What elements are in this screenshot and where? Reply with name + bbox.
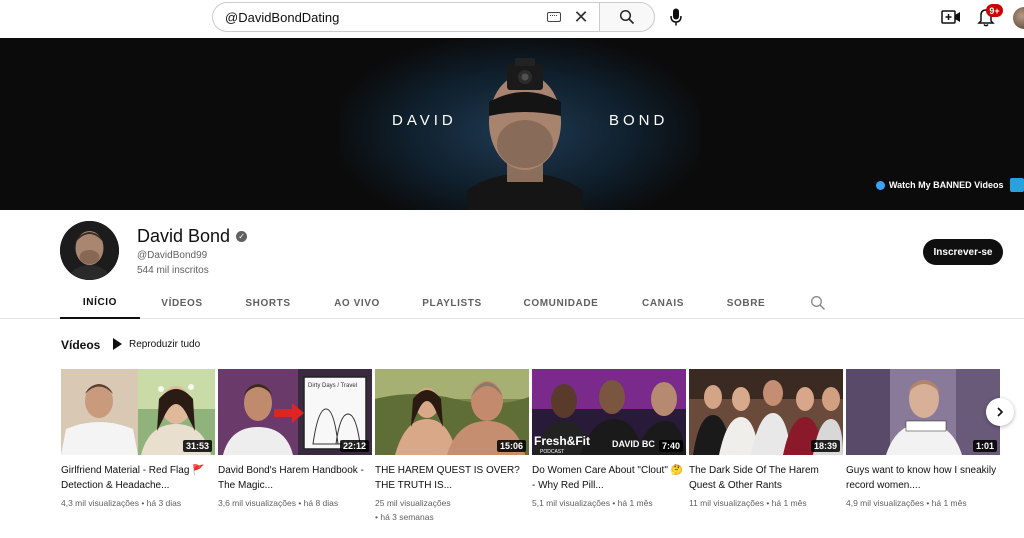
- video-card[interactable]: 18:39 The Dark Side Of The Harem Quest &…: [689, 369, 843, 510]
- video-age: há 1 mês: [931, 498, 967, 508]
- video-views: 3,6 mil visualizações: [218, 498, 296, 508]
- subscribe-button[interactable]: Inscrever-se: [923, 239, 1003, 265]
- video-duration: 31:53: [182, 440, 212, 452]
- video-views: 4,9 mil visualizações: [846, 498, 924, 508]
- video-duration: 22:12: [339, 440, 369, 452]
- video-card[interactable]: 15:06 THE HAREM QUEST IS OVER? THE TRUTH…: [375, 369, 529, 524]
- video-views: 5,1 mil visualizações: [532, 498, 610, 508]
- channel-search-button[interactable]: [810, 295, 826, 311]
- banner-link-label: Watch My BANNED Videos: [889, 180, 1004, 190]
- channel-name-text: David Bond: [137, 226, 231, 246]
- video-card[interactable]: Dirty Days / Travel 22:12 David Bond's H…: [218, 369, 372, 510]
- notification-badge: 9+: [986, 4, 1003, 17]
- thumbnail-sign-text: Dirty Days / Travel: [308, 383, 357, 389]
- thumbnail-logo-text: Fresh&Fit: [534, 434, 590, 448]
- video-camera-plus-icon: [941, 10, 960, 24]
- search-box[interactable]: ✕: [212, 2, 599, 32]
- channel-tabs: INÍCIO VÍDEOS SHORTS AO VIVO PLAYLISTS C…: [0, 288, 1024, 319]
- video-meta: 3,6 mil visualizações • há 8 dias: [218, 498, 339, 508]
- video-meta: 5,1 mil visualizações • há 1 mês: [532, 498, 653, 508]
- video-meta: 4,3 mil visualizações • há 3 dias: [61, 498, 182, 508]
- telegram-icon[interactable]: [1010, 178, 1024, 192]
- video-thumbnail[interactable]: 1:01: [846, 369, 1000, 455]
- tab-inicio[interactable]: INÍCIO: [60, 288, 140, 319]
- video-age: há 3 semanas: [380, 512, 434, 522]
- video-meta: 25 mil visualizações • há 3 semanas: [375, 498, 451, 522]
- video-duration: 18:39: [810, 440, 840, 452]
- next-videos-button[interactable]: [986, 398, 1014, 426]
- video-card[interactable]: 1:01 Guys want to know how I sneakily re…: [846, 369, 1000, 510]
- video-title[interactable]: David Bond's Harem Handbook - The Magic.…: [218, 463, 372, 493]
- video-title[interactable]: Do Women Care About "Clout" 🤔 - Why Red …: [532, 463, 686, 493]
- banner-portrait: [467, 58, 583, 210]
- verified-icon: ✓: [236, 231, 248, 242]
- video-age: há 1 mês: [617, 498, 653, 508]
- video-thumbnail[interactable]: 15:06: [375, 369, 529, 455]
- tab-comunidade[interactable]: COMUNIDADE: [515, 288, 607, 319]
- create-video-button[interactable]: [940, 6, 962, 28]
- clear-search-icon[interactable]: ✕: [571, 7, 591, 27]
- thumbnail-name-text: DAVID BC: [612, 439, 655, 449]
- channel-banner: DAVID BOND Watch My BANNED Videos: [0, 38, 1024, 210]
- chevron-right-icon: [997, 407, 1004, 417]
- video-title[interactable]: The Dark Side Of The Harem Quest & Other…: [689, 463, 843, 493]
- video-views: 25 mil visualizações: [375, 498, 451, 508]
- search-icon: [811, 296, 825, 310]
- play-all-button[interactable]: Reproduzir tudo: [113, 338, 200, 350]
- channel-name: David Bond ✓: [137, 226, 248, 247]
- video-age: há 3 dias: [146, 498, 182, 508]
- search-button[interactable]: [599, 2, 655, 32]
- voice-search-button[interactable]: [665, 5, 687, 29]
- video-views: 4,3 mil visualizações: [61, 498, 139, 508]
- tab-canais[interactable]: CANAIS: [632, 288, 694, 319]
- video-meta: 11 mil visualizações • há 1 mês: [689, 498, 807, 508]
- play-all-label: Reproduzir tudo: [129, 338, 201, 350]
- search-icon: [619, 9, 635, 25]
- search-bar: ✕: [212, 2, 655, 32]
- channel-handle: @DavidBond99: [137, 250, 208, 261]
- video-age: há 1 mês: [771, 498, 807, 508]
- tab-videos[interactable]: VÍDEOS: [150, 288, 214, 319]
- account-avatar[interactable]: [1013, 7, 1024, 29]
- tab-ao-vivo[interactable]: AO VIVO: [322, 288, 392, 319]
- subscriber-count: 544 mil inscritos: [137, 265, 209, 276]
- video-card[interactable]: Fresh&Fit PODCAST DAVID BC 7:40 Do Women…: [532, 369, 686, 510]
- play-icon: [113, 338, 122, 350]
- video-thumbnail[interactable]: 18:39: [689, 369, 843, 455]
- video-duration: 15:06: [496, 440, 526, 452]
- video-thumbnail[interactable]: 31:53: [61, 369, 215, 455]
- video-card[interactable]: 31:53 Girlfriend Material - Red Flag 🚩De…: [61, 369, 215, 510]
- video-duration: 1:01: [972, 440, 997, 452]
- top-bar: ✕ 9+: [0, 0, 1024, 37]
- thumbnail-podcast-text: PODCAST: [540, 449, 564, 455]
- video-meta: 4,9 mil visualizações • há 1 mês: [846, 498, 967, 508]
- video-title[interactable]: THE HAREM QUEST IS OVER? THE TRUTH IS...: [375, 463, 529, 493]
- banner-name-left: DAVID: [392, 112, 457, 129]
- video-duration: 7:40: [658, 440, 683, 452]
- section-title[interactable]: Vídeos: [61, 338, 100, 352]
- video-age: há 8 dias: [303, 498, 339, 508]
- tab-playlists[interactable]: PLAYLISTS: [412, 288, 492, 319]
- video-views: 11 mil visualizações: [689, 498, 764, 508]
- search-input[interactable]: [225, 9, 547, 25]
- link-icon: [876, 180, 885, 190]
- channel-avatar[interactable]: [60, 221, 119, 280]
- keyboard-icon[interactable]: [547, 12, 561, 22]
- video-title[interactable]: Girlfriend Material - Red Flag 🚩Detectio…: [61, 463, 215, 493]
- banner-link[interactable]: Watch My BANNED Videos: [876, 180, 1004, 190]
- tab-shorts[interactable]: SHORTS: [236, 288, 300, 319]
- video-title[interactable]: Guys want to know how I sneakily record …: [846, 463, 1000, 493]
- tab-sobre[interactable]: SOBRE: [716, 288, 776, 319]
- video-thumbnail[interactable]: Fresh&Fit PODCAST DAVID BC 7:40: [532, 369, 686, 455]
- microphone-icon: [670, 8, 682, 26]
- channel-avatar-image: [60, 221, 119, 280]
- video-thumbnail[interactable]: Dirty Days / Travel 22:12: [218, 369, 372, 455]
- banner-name-right: BOND: [609, 112, 669, 129]
